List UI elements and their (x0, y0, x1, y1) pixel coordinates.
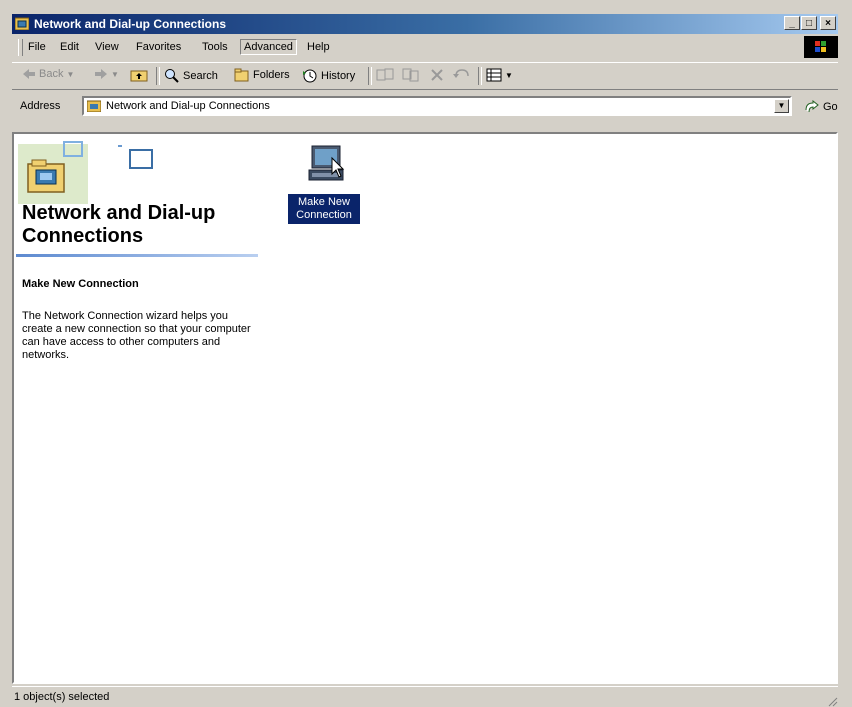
close-button[interactable]: × (820, 16, 836, 30)
address-value: Network and Dial-up Connections (106, 100, 270, 112)
panel-title: Network and Dial-up Connections (22, 202, 216, 247)
windows-flag-icon (815, 41, 826, 52)
minimize-button[interactable]: _ (784, 16, 800, 30)
search-button[interactable]: Search (164, 68, 218, 83)
task-description: The Network Connection wizard helps you … (22, 310, 251, 361)
menu-help[interactable]: Help (307, 41, 330, 53)
delete-icon (431, 69, 443, 81)
title-bar[interactable]: Network and Dial-up Connections _ □ × (12, 14, 838, 34)
search-icon (165, 69, 179, 83)
status-bar: 1 object(s) selected (12, 686, 838, 707)
history-label: History (321, 69, 356, 82)
standard-toolbar: Back ▼ ▼ Search Folders History ▼ (12, 62, 838, 90)
delete-button[interactable] (430, 68, 444, 82)
undo-button[interactable] (452, 68, 470, 82)
menu-advanced[interactable]: Advanced (240, 39, 297, 55)
address-label: Address (20, 100, 61, 112)
menu-tools[interactable]: Tools (202, 41, 228, 53)
chevron-down-icon: ▼ (66, 69, 75, 79)
copy-to-button[interactable] (402, 68, 420, 82)
back-label: Back (39, 68, 64, 80)
menu-favorites[interactable]: Favorites (136, 41, 181, 53)
up-folder-icon (130, 70, 148, 82)
windows-logo (804, 36, 838, 58)
forward-button[interactable]: ▼ (94, 68, 119, 80)
menu-bar: File Edit View Favorites Tools Advanced … (12, 36, 838, 60)
network-folder-icon (15, 17, 29, 30)
go-label: Go (823, 101, 838, 113)
network-folder-icon (87, 100, 101, 112)
address-bar: Address Network and Dial-up Connections … (12, 90, 838, 130)
forward-arrow-icon (95, 69, 107, 79)
chevron-down-icon: ▼ (505, 70, 513, 80)
history-icon (303, 69, 317, 83)
menubar-grip[interactable] (18, 39, 23, 56)
copy-to-icon (402, 68, 419, 82)
menu-file[interactable]: File (28, 41, 46, 53)
up-folder-button[interactable] (130, 68, 148, 82)
views-icon (486, 68, 502, 82)
move-to-icon (376, 68, 394, 81)
go-button[interactable]: Go (804, 100, 838, 114)
folders-icon (234, 68, 249, 82)
go-arrow-icon (805, 100, 819, 113)
history-button[interactable]: History (302, 68, 355, 83)
window-title: Network and Dial-up Connections (34, 17, 227, 31)
address-input[interactable]: Network and Dial-up Connections ▼ (82, 96, 792, 116)
folders-button[interactable]: Folders (234, 68, 290, 82)
menu-edit[interactable]: Edit (60, 41, 79, 53)
back-button[interactable]: Back ▼ (22, 68, 74, 80)
panel-divider (16, 254, 258, 257)
maximize-button[interactable]: □ (801, 16, 817, 30)
make-new-connection-label: Make New Connection (288, 194, 360, 224)
folder-view[interactable]: Network and Dial-up Connections Make New… (12, 132, 838, 684)
move-to-button[interactable] (376, 68, 394, 82)
status-text: 1 object(s) selected (14, 691, 110, 703)
back-arrow-icon (23, 69, 35, 79)
resize-grip-icon[interactable] (826, 695, 838, 707)
task-heading: Make New Connection (22, 278, 139, 290)
address-dropdown-button[interactable]: ▼ (774, 99, 789, 113)
undo-icon (453, 69, 469, 78)
make-new-connection-icon (308, 145, 345, 181)
menu-view[interactable]: View (95, 41, 119, 53)
chevron-down-icon: ▼ (111, 69, 119, 79)
search-label: Search (183, 69, 218, 82)
folders-label: Folders (253, 69, 290, 81)
views-button[interactable]: ▼ (486, 68, 513, 82)
